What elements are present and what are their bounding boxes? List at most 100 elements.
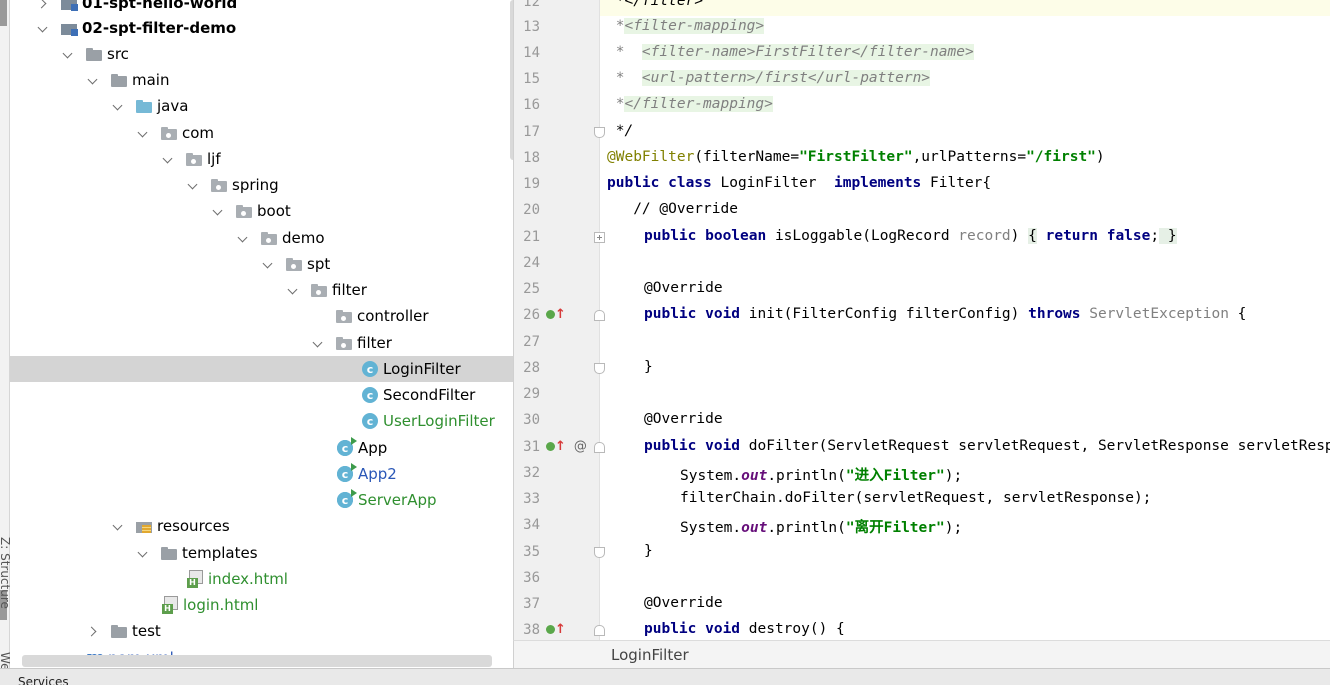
code-line-21[interactable]: 21 public boolean isLoggable(LogRecord r…	[514, 225, 1330, 251]
fold-marker-icon[interactable]	[594, 625, 605, 636]
tree-item-label: templates	[182, 544, 258, 562]
chevron-down-icon[interactable]	[61, 47, 75, 61]
chevron-down-icon[interactable]	[286, 283, 300, 297]
code-line-20[interactable]: 20 // @Override	[514, 198, 1330, 224]
tree-item-com[interactable]: com	[10, 120, 513, 146]
tree-item-login-html[interactable]: login.html	[10, 592, 513, 618]
expand-fold-icon[interactable]	[594, 232, 605, 243]
code-line-13[interactable]: 13 *<filter-mapping>	[514, 15, 1330, 41]
line-number: 15	[523, 71, 540, 87]
code-line-29[interactable]: 29	[514, 382, 1330, 408]
tree-item-index-html[interactable]: index.html	[10, 566, 513, 592]
code-line-36[interactable]: 36	[514, 566, 1330, 592]
tree-item-test[interactable]: test	[10, 618, 513, 644]
fold-marker-icon[interactable]	[594, 127, 605, 138]
string-literal: "进入Filter"	[845, 468, 945, 484]
tree-item-loginfilter[interactable]: c LoginFilter	[10, 356, 513, 382]
tree-item-app2[interactable]: c App2	[10, 461, 513, 487]
chevron-down-icon[interactable]	[86, 73, 100, 87]
tree-item-main[interactable]: main	[10, 67, 513, 93]
breadcrumb-class-name[interactable]: LoginFilter	[611, 646, 689, 664]
tree-item-label: src	[107, 45, 129, 63]
code-line-38[interactable]: 38 ↑ public void destroy() {	[514, 618, 1330, 640]
line-number: 37	[523, 596, 540, 612]
chevron-down-icon[interactable]	[136, 546, 150, 560]
tree-item-ljf[interactable]: ljf	[10, 146, 513, 172]
tree-item-filter-sub[interactable]: filter	[10, 330, 513, 356]
fold-marker-icon[interactable]	[594, 310, 605, 321]
code-editor[interactable]: 12 *</filter> 13 *<filter-mapping> 14 * …	[513, 0, 1330, 640]
implements-marker[interactable]: ↑	[546, 622, 566, 637]
code-text: System.	[680, 520, 742, 536]
chevron-down-icon[interactable]	[211, 204, 225, 218]
code-line-15[interactable]: 15 * <url-pattern>/first</url-pattern>	[514, 67, 1330, 93]
code-line-19[interactable]: 19 public class LoginFilter implements F…	[514, 172, 1330, 198]
chevron-down-icon[interactable]	[111, 519, 125, 533]
at-sign-icon: @	[573, 439, 587, 454]
tree-item-label: UserLoginFilter	[383, 412, 495, 430]
tree-item-demo[interactable]: demo	[10, 225, 513, 251]
chevron-down-icon[interactable]	[161, 152, 175, 166]
tree-item-resources[interactable]: resources	[10, 513, 513, 539]
runnable-class-icon: c	[337, 437, 357, 456]
package-icon	[260, 230, 278, 246]
tree-item-controller[interactable]: controller	[10, 303, 513, 329]
chevron-right-icon[interactable]	[36, 0, 50, 10]
chevron-down-icon[interactable]	[136, 126, 150, 140]
tree-item-filter[interactable]: filter	[10, 277, 513, 303]
code-line-27[interactable]: 27	[514, 330, 1330, 356]
code-line-16[interactable]: 16 *</filter-mapping>	[514, 93, 1330, 119]
code-line-14[interactable]: 14 * <filter-name>FirstFilter</filter-na…	[514, 41, 1330, 67]
runnable-class-icon: c	[337, 463, 357, 482]
chevron-down-icon[interactable]	[261, 257, 275, 271]
tree-item-java[interactable]: java	[10, 93, 513, 119]
code-text: .println(	[767, 468, 846, 484]
tree-item-app[interactable]: c App	[10, 435, 513, 461]
tree-item-02-spt-filter-demo[interactable]: 02-spt-filter-demo	[10, 15, 513, 41]
services-tab[interactable]: Services	[18, 675, 69, 685]
fold-marker-icon[interactable]	[594, 547, 605, 558]
code-line-28[interactable]: 28 }	[514, 356, 1330, 382]
static-field: out	[741, 468, 768, 484]
tree-item-label: filter	[332, 281, 367, 299]
chevron-down-icon[interactable]	[111, 99, 125, 113]
code-line-31[interactable]: 31 ↑ @ public void doFilter(ServletReques…	[514, 435, 1330, 461]
fold-marker-icon[interactable]	[594, 442, 605, 453]
code-line-25[interactable]: 25 @Override	[514, 277, 1330, 303]
tree-item-boot[interactable]: boot	[10, 198, 513, 224]
tree-item-spring[interactable]: spring	[10, 172, 513, 198]
folder-icon	[85, 46, 103, 62]
chevron-down-icon[interactable]	[236, 231, 250, 245]
tree-item-label: index.html	[208, 570, 288, 588]
chevron-right-icon[interactable]	[86, 624, 100, 638]
code-line-24[interactable]: 24	[514, 251, 1330, 277]
code-line-37[interactable]: 37 @Override	[514, 592, 1330, 618]
implements-marker[interactable]: ↑ @	[546, 439, 587, 454]
fold-marker-icon[interactable]	[594, 363, 605, 374]
chevron-down-icon[interactable]	[36, 21, 50, 35]
code-line-35[interactable]: 35 }	[514, 540, 1330, 566]
tree-item-label: App2	[358, 465, 397, 483]
tree-item-serverapp[interactable]: c ServerApp	[10, 487, 513, 513]
tree-item-01-spt-hello-world[interactable]: 01-spt-hello-world	[10, 0, 513, 16]
code-line-32[interactable]: 32 System.out.println("进入Filter");	[514, 461, 1330, 487]
tree-horizontal-scrollbar[interactable]	[22, 655, 492, 667]
code-line-12[interactable]: 12 *</filter>	[514, 0, 1330, 16]
tree-item-secondfilter[interactable]: c SecondFilter	[10, 382, 513, 408]
tree-item-spt[interactable]: spt	[10, 251, 513, 277]
code-line-26[interactable]: 26 ↑ public void init(FilterConfig filte…	[514, 303, 1330, 329]
package-icon	[335, 308, 353, 324]
chevron-down-icon[interactable]	[311, 336, 325, 350]
implements-marker[interactable]: ↑	[546, 307, 566, 322]
xml-tag: </url-pattern>	[807, 70, 931, 86]
tree-item-templates[interactable]: templates	[10, 540, 513, 566]
code-line-30[interactable]: 30 @Override	[514, 408, 1330, 434]
chevron-down-icon[interactable]	[186, 178, 200, 192]
code-line-17[interactable]: 17 */	[514, 120, 1330, 146]
code-line-33[interactable]: 33 filterChain.doFilter(servletRequest, …	[514, 487, 1330, 513]
code-line-18[interactable]: 18 @WebFilter(filterName="FirstFilter",u…	[514, 146, 1330, 172]
tree-item-userloginfilter[interactable]: c UserLoginFilter	[10, 408, 513, 434]
arrow-up-icon: ↑	[555, 439, 566, 454]
code-line-34[interactable]: 34 System.out.println("离开Filter");	[514, 513, 1330, 539]
tree-item-src[interactable]: src	[10, 41, 513, 67]
